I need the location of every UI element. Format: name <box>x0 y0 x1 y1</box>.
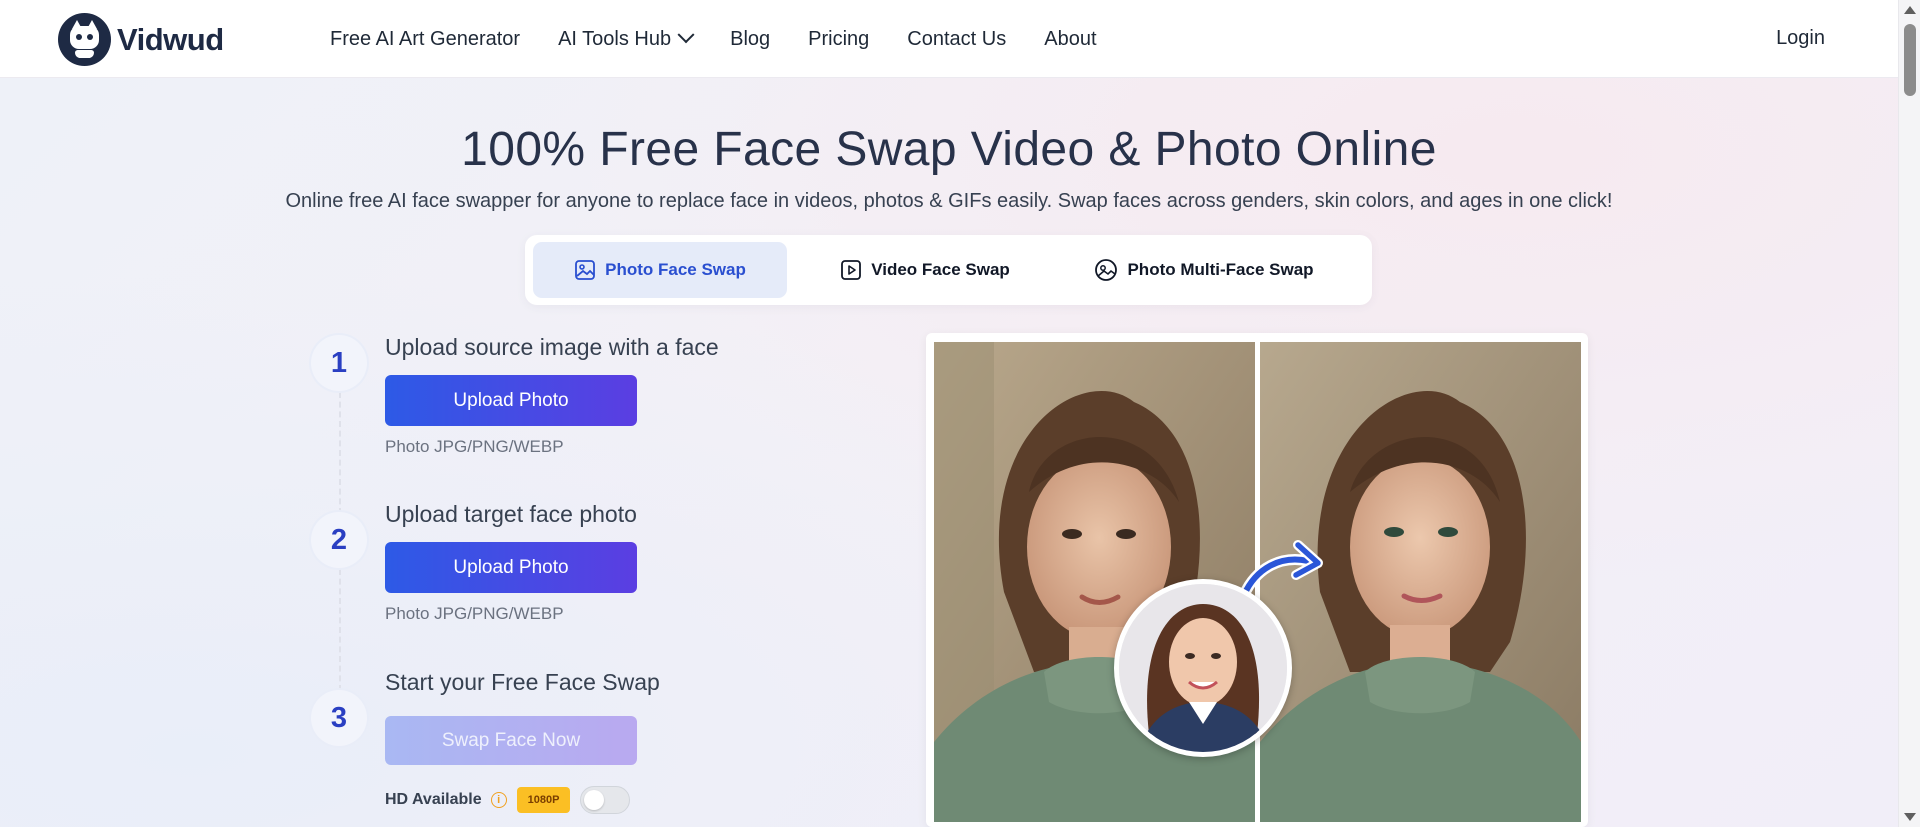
site-header: Vidwud Free AI Art Generator AI Tools Hu… <box>0 0 1898 78</box>
tab-photo-multi-face-swap[interactable]: Photo Multi-Face Swap <box>1070 242 1338 298</box>
tab-label: Photo Multi-Face Swap <box>1127 260 1314 279</box>
swap-mode-tabs: Photo Face Swap Video Face Swap Photo Mu… <box>525 235 1372 305</box>
chevron-down-icon <box>677 26 695 44</box>
scroll-down-arrow-icon[interactable] <box>1904 813 1916 821</box>
image-icon <box>575 260 596 280</box>
tab-video-face-swap[interactable]: Video Face Swap <box>825 242 1025 298</box>
step-2-label: Upload target face photo <box>385 501 637 527</box>
step-connector <box>339 569 341 691</box>
nav-item-blog[interactable]: Blog <box>730 28 770 51</box>
multi-face-icon <box>1095 259 1118 281</box>
page-scrollbar[interactable] <box>1898 0 1920 827</box>
hd-available-label: HD Available <box>385 791 482 808</box>
brand-logo[interactable]: Vidwud <box>58 13 224 66</box>
upload-source-photo-button[interactable]: Upload Photo <box>385 375 637 426</box>
step-1-label: Upload source image with a face <box>385 334 719 360</box>
step-number-3: 3 <box>311 690 367 746</box>
step-number-2: 2 <box>311 512 367 568</box>
info-icon[interactable]: i <box>490 792 507 808</box>
tab-label: Video Face Swap <box>871 260 1010 279</box>
face-swap-preview <box>926 333 1588 827</box>
step-1-format-note: Photo JPG/PNG/WEBP <box>385 437 564 456</box>
tab-photo-face-swap[interactable]: Photo Face Swap <box>533 242 787 298</box>
step-number-1: 1 <box>311 335 367 391</box>
hd-option-row: HD Available i 1080P <box>385 786 631 814</box>
resolution-badge: 1080P <box>516 787 571 813</box>
step-3-label: Start your Free Face Swap <box>385 669 660 695</box>
main-nav: Free AI Art Generator AI Tools Hub Blog … <box>330 0 1135 78</box>
nav-item-label: AI Tools Hub <box>558 27 672 50</box>
nav-item-free-ai-art-generator[interactable]: Free AI Art Generator <box>330 28 520 51</box>
login-link[interactable]: Login <box>1776 27 1825 50</box>
page-title: 100% Free Face Swap Video & Photo Online <box>461 123 1437 176</box>
source-face-thumbnail <box>1114 579 1292 757</box>
video-icon <box>841 260 862 280</box>
scroll-up-arrow-icon[interactable] <box>1904 6 1916 14</box>
brand-name: Vidwud <box>117 21 224 57</box>
nav-item-pricing[interactable]: Pricing <box>808 28 869 51</box>
robot-logo-icon <box>58 13 111 66</box>
nav-item-contact-us[interactable]: Contact Us <box>907 28 1006 51</box>
toggle-knob <box>584 790 605 810</box>
nav-item-about[interactable]: About <box>1044 28 1096 51</box>
step-connector <box>339 392 341 514</box>
tab-label: Photo Face Swap <box>605 260 746 279</box>
swap-face-now-button[interactable]: Swap Face Now <box>385 716 637 765</box>
scroll-thumb[interactable] <box>1904 24 1916 96</box>
page-subtitle: Online free AI face swapper for anyone t… <box>285 190 1613 212</box>
hd-toggle[interactable] <box>580 786 631 814</box>
step-2-format-note: Photo JPG/PNG/WEBP <box>385 604 564 623</box>
upload-target-photo-button[interactable]: Upload Photo <box>385 542 637 593</box>
nav-item-ai-tools-hub[interactable]: AI Tools Hub <box>558 26 695 51</box>
